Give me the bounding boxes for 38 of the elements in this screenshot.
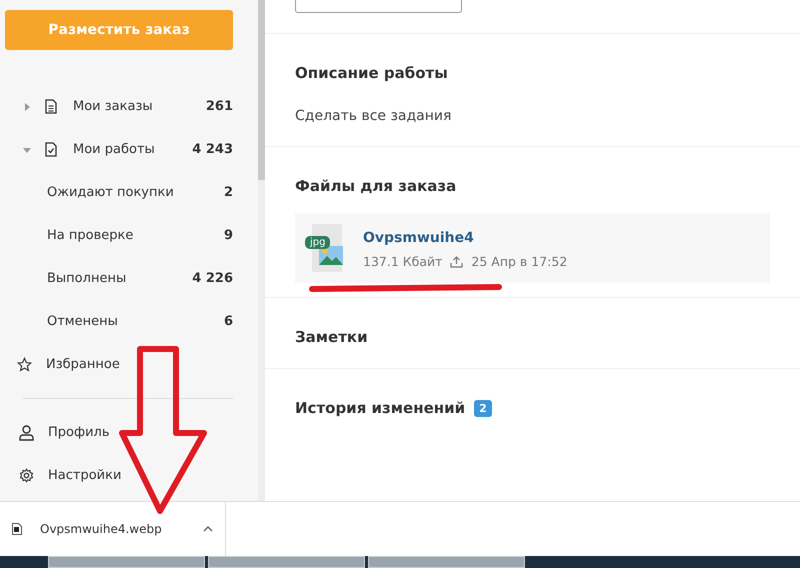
section-title: Файлы для заказа xyxy=(295,177,456,195)
section-title: История изменений xyxy=(295,399,466,417)
file-link[interactable]: Ovpsmwuihe4 xyxy=(363,230,474,246)
chevron-up-icon[interactable] xyxy=(203,526,213,532)
item-count: 261 xyxy=(206,99,233,114)
count-badge: 2 xyxy=(474,400,492,416)
section-title: Описание работы xyxy=(295,64,448,82)
item-count: 6 xyxy=(224,314,233,329)
file-icon xyxy=(12,523,22,536)
item-count: 2 xyxy=(224,185,233,200)
item-count: 9 xyxy=(224,228,233,243)
upload-icon xyxy=(450,256,464,268)
input-field[interactable] xyxy=(295,0,462,13)
sidebar-item[interactable]: Мои заказы 261 xyxy=(5,85,233,128)
caret-icon[interactable] xyxy=(23,146,31,154)
item-count: 4 243 xyxy=(192,142,233,157)
download-filename: Ovpsmwuihe4.webp xyxy=(40,522,163,536)
star-icon xyxy=(17,357,32,372)
file-size: 137.1 Кбайт xyxy=(363,254,442,269)
sidebar-subitem[interactable]: На проверке 9 xyxy=(5,214,233,257)
sidebar-subitem[interactable]: Ожидают покупки 2 xyxy=(5,171,233,214)
section-title: Заметки xyxy=(295,328,368,346)
sidebar-item[interactable]: Мои работы 4 243 xyxy=(5,128,233,171)
settings-icon xyxy=(19,468,34,483)
document-icon xyxy=(45,99,57,114)
scrollbar-thumb[interactable] xyxy=(258,0,265,180)
file-date: 25 Апр в 17:52 xyxy=(471,254,568,269)
sidebar-item[interactable]: Избранное xyxy=(5,343,233,386)
file-type-badge: jpg xyxy=(305,236,330,249)
sidebar-item[interactable]: Настройки xyxy=(5,454,233,497)
sidebar-subitem[interactable]: Выполнены 4 226 xyxy=(5,257,233,300)
description-text: Сделать все задания xyxy=(295,108,452,124)
checked-document-icon xyxy=(45,142,57,157)
caret-icon[interactable] xyxy=(23,102,31,110)
sidebar-item[interactable]: Профиль xyxy=(5,411,233,454)
sidebar-subitem[interactable]: Отменены 6 xyxy=(5,300,233,343)
user-icon xyxy=(19,424,34,440)
item-count: 4 226 xyxy=(192,271,233,286)
